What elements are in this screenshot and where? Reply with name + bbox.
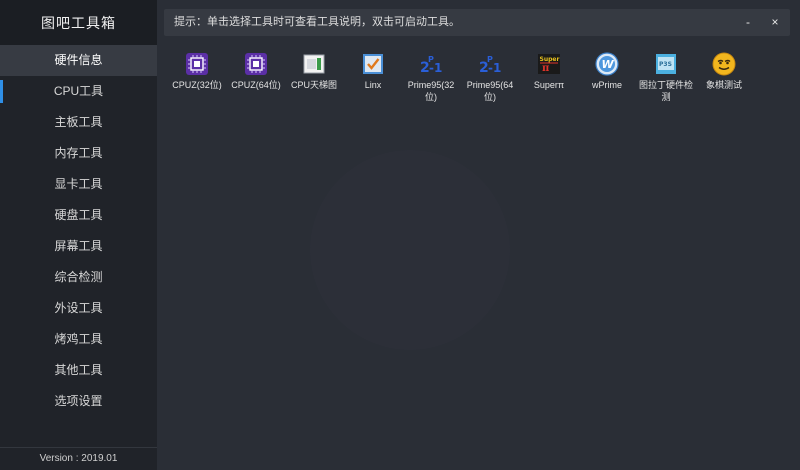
sidebar-item-memory-tools[interactable]: 内存工具 <box>0 138 157 169</box>
svg-text:Super: Super <box>540 56 560 63</box>
sidebar-item-stress-tools[interactable]: 烤鸡工具 <box>0 324 157 355</box>
svg-text:π: π <box>542 63 549 74</box>
sidebar-item-label: 外设工具 <box>54 301 103 315</box>
minimize-button[interactable]: - <box>738 9 758 36</box>
sidebar-item-motherboard-tools[interactable]: 主板工具 <box>0 107 157 138</box>
svg-text:-1: -1 <box>488 61 501 75</box>
sidebar-item-label: 其他工具 <box>54 363 103 377</box>
tool-label: CPUZ(32位) <box>172 80 222 90</box>
tool-chess-test[interactable]: 象棋测试 <box>695 52 753 91</box>
tool-tuladin[interactable]: P3S 图拉丁硬件检测 <box>637 52 695 103</box>
tool-label: Linx <box>364 80 382 90</box>
sidebar-item-label: 硬盘工具 <box>54 208 103 222</box>
hint-bar: 提示：单击选择工具时可查看工具说明，双击可启动工具。 - × <box>164 9 790 36</box>
sidebar-item-gpu-tools[interactable]: 显卡工具 <box>0 169 157 200</box>
close-button[interactable]: × <box>765 9 785 36</box>
sidebar-item-label: 显卡工具 <box>54 177 103 191</box>
smiley-face-icon <box>712 52 736 76</box>
cpuz-chip-icon <box>245 53 267 75</box>
tool-label: Prime95(32位) <box>407 80 455 102</box>
tuladin-p3s-icon: P3S <box>656 54 676 74</box>
tool-linx[interactable]: Linx <box>344 52 402 91</box>
hint-text: 提示：单击选择工具时可查看工具说明，双击可启动工具。 <box>174 16 460 28</box>
sidebar-item-disk-tools[interactable]: 硬盘工具 <box>0 200 157 231</box>
svg-text:-1: -1 <box>429 61 442 75</box>
wprime-w-icon: W <box>595 52 619 76</box>
tool-wprime[interactable]: W wPrime <box>578 52 636 91</box>
tool-cpu-ladder[interactable]: CPU天梯图 <box>285 52 343 91</box>
sidebar-item-label: 主板工具 <box>54 115 103 129</box>
prime95-icon: 2 P -1 <box>479 55 501 76</box>
svg-text:P3S: P3S <box>659 61 672 68</box>
sidebar-item-label: 选项设置 <box>54 394 103 408</box>
sidebar-item-comprehensive-test[interactable]: 综合检测 <box>0 262 157 293</box>
sidebar-item-label: 内存工具 <box>54 146 103 160</box>
sidebar-item-peripheral-tools[interactable]: 外设工具 <box>0 293 157 324</box>
cpuz-chip-icon <box>186 53 208 75</box>
sidebar-item-screen-tools[interactable]: 屏幕工具 <box>0 231 157 262</box>
app-title: 图吧工具箱 <box>0 0 157 46</box>
sidebar-item-label: 屏幕工具 <box>54 239 103 253</box>
tool-label: CPUZ(64位) <box>231 80 281 90</box>
sidebar-item-label: 烤鸡工具 <box>54 332 103 346</box>
tool-cpuz-32[interactable]: CPUZ(32位) <box>168 52 226 91</box>
tool-label: Superπ <box>533 80 565 90</box>
version-label: Version : 2019.01 <box>0 447 157 470</box>
tool-prime95-64[interactable]: 2 P -1 Prime95(64位) <box>461 52 519 103</box>
prime95-icon: 2 P -1 <box>420 55 442 76</box>
tool-prime95-32[interactable]: 2 P -1 Prime95(32位) <box>402 52 460 103</box>
sidebar-item-hardware-info[interactable]: 硬件信息 <box>0 45 157 76</box>
checkmark-box-icon <box>363 54 383 74</box>
svg-text:W: W <box>602 58 615 71</box>
sidebar-item-cpu-tools[interactable]: CPU工具 <box>0 76 157 107</box>
tool-label: Prime95(64位) <box>466 80 514 102</box>
superpi-icon: Super π <box>538 54 560 74</box>
sidebar-item-label: 硬件信息 <box>54 53 103 67</box>
tool-label: CPU天梯图 <box>290 80 337 90</box>
sidebar-item-label: 综合检测 <box>54 270 103 284</box>
tool-label: wPrime <box>591 80 622 90</box>
tool-label: 图拉丁硬件检测 <box>638 80 693 102</box>
tool-cpuz-64[interactable]: CPUZ(64位) <box>227 52 285 91</box>
sidebar: 图吧工具箱 硬件信息 CPU工具 主板工具 内存工具 显卡工具 硬盘工具 屏幕工… <box>0 0 157 470</box>
sidebar-item-label: CPU工具 <box>53 84 104 98</box>
tool-superpi[interactable]: Super π Superπ <box>520 52 578 91</box>
background-watermark <box>310 150 510 350</box>
ladder-chart-icon <box>303 54 325 74</box>
sidebar-item-other-tools[interactable]: 其他工具 <box>0 355 157 386</box>
tool-label: 象棋测试 <box>705 80 742 90</box>
sidebar-item-settings[interactable]: 选项设置 <box>0 386 157 417</box>
